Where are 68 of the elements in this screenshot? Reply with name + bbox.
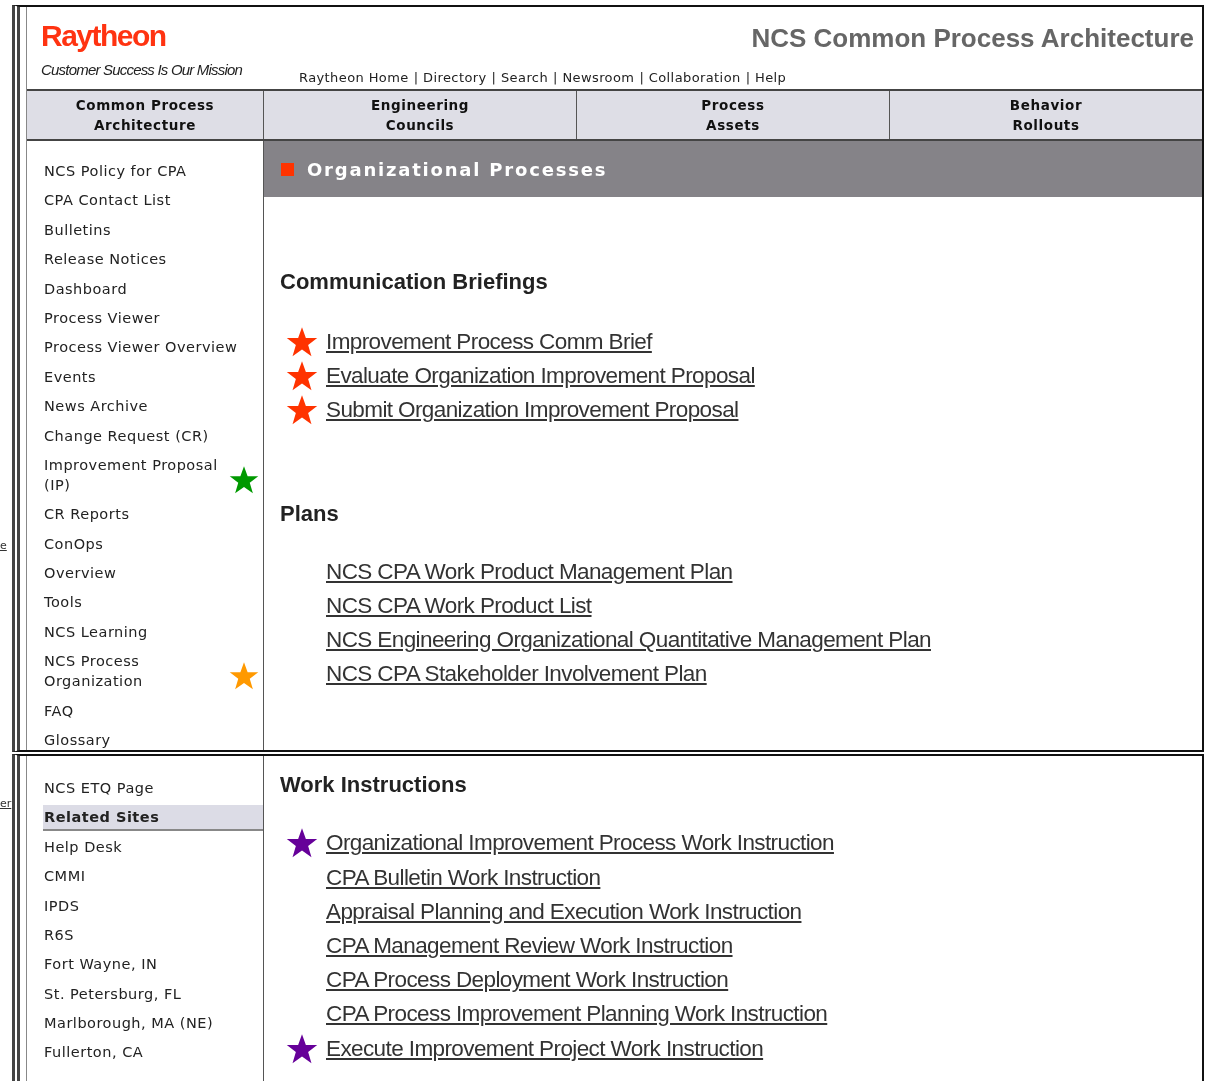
document-link[interactable]: NCS CPA Stakeholder Involvement Plan	[326, 661, 707, 688]
link-separator: |	[413, 70, 419, 85]
bullet-icon	[281, 162, 294, 176]
document-link[interactable]: NCS Engineering Organizational Quantitative Management Plan	[326, 627, 931, 654]
sidebar-link[interactable]: CR Reports	[44, 504, 130, 525]
document-link[interactable]: NCS CPA Work Product List	[326, 592, 592, 619]
background-link-fragment: er	[0, 796, 12, 812]
utility-link[interactable]: Collaboration	[648, 70, 741, 85]
sidebar-link[interactable]: Tools	[44, 592, 83, 613]
document-link[interactable]: Organizational Improvement Process Work Instruction	[326, 830, 834, 857]
background-link-fragment: e	[0, 538, 8, 554]
link-separator: |	[553, 70, 558, 85]
sidebar-link[interactable]: Process Viewer	[44, 307, 160, 328]
link-separator: |	[639, 70, 644, 85]
link-separator: |	[491, 70, 496, 85]
sidebar-link[interactable]: ConOps	[44, 533, 104, 554]
sidebar-link[interactable]: News Archive	[44, 396, 149, 417]
utility-link[interactable]: Newsroom	[562, 70, 635, 85]
document-link[interactable]: Execute Improvement Project Work Instruction	[326, 1035, 764, 1062]
utility-link[interactable]: Search	[500, 70, 549, 85]
sidebar-link[interactable]: Events	[44, 366, 97, 387]
site-title: NCS Common Process Architecture	[751, 23, 1194, 54]
document-link[interactable]: Improvement Process Comm Brief	[326, 329, 652, 356]
sidebar-link[interactable]: Process Viewer Overview	[44, 337, 238, 358]
utility-link[interactable]: Raytheon Home	[299, 70, 409, 85]
sidebar-link[interactable]: NCS ETQ Page	[44, 778, 154, 799]
company-logo: Raytheon	[41, 19, 166, 53]
document-link[interactable]: CPA Process Deployment Work Instruction	[326, 967, 729, 994]
sidebar-link[interactable]: NCS Process Organization	[44, 651, 259, 692]
link-separator: |	[745, 70, 750, 85]
nav-tab[interactable]: Process Assets	[577, 91, 890, 139]
sidebar-link[interactable]: Help Desk	[44, 836, 123, 857]
sidebar-link[interactable]: Overview	[44, 563, 117, 584]
sidebar-link[interactable]: IPDS	[44, 895, 80, 916]
sidebar-link[interactable]: NCS Policy for CPA	[44, 161, 187, 181]
sidebar-link[interactable]: Improvement Proposal (IP)	[44, 454, 259, 495]
document-link[interactable]: Appraisal Planning and Execution Work Instruction	[326, 898, 802, 925]
sidebar-link[interactable]: Glossary	[44, 730, 111, 751]
nav-tab[interactable]: Behavior Rollouts	[890, 91, 1202, 139]
sidebar-link[interactable]: Bulletins	[44, 219, 112, 240]
document-link[interactable]: CPA Management Review Work Instruction	[326, 933, 733, 959]
section-heading: Work Instructions	[280, 772, 467, 799]
section-heading: Plans	[280, 500, 339, 527]
sidebar-link[interactable]: NCS Learning	[44, 621, 148, 642]
document-link[interactable]: Submit Organization Improvement Proposal	[326, 397, 739, 424]
nav-tab[interactable]: Common Process Architecture	[27, 91, 264, 139]
sidebar-link[interactable]: R6S	[44, 924, 74, 945]
utility-link[interactable]: Directory	[423, 70, 487, 85]
document-link[interactable]: Evaluate Organization Improvement Proposal	[326, 363, 755, 390]
section-heading: Communication Briefings	[280, 269, 548, 295]
sidebar-link[interactable]: Release Notices	[44, 249, 167, 270]
sidebar-link[interactable]: St. Petersburg, FL	[44, 983, 182, 1004]
nav-tab[interactable]: Engineering Councils	[264, 91, 577, 139]
document-link[interactable]: NCS CPA Work Product Management Plan	[326, 558, 733, 585]
sidebar-link[interactable]: Dashboard	[44, 278, 128, 299]
sidebar-link[interactable]: Fullerton, CA	[44, 1042, 144, 1063]
tagline: Customer Success Is Our Mission	[41, 61, 243, 78]
sidebar-link[interactable]: FAQ	[44, 700, 74, 721]
sidebar-link[interactable]: Change Request (CR)	[44, 425, 209, 446]
sidebar-link[interactable]: CPA Contact List	[44, 190, 171, 211]
sidebar-heading: Related Sites	[43, 804, 263, 831]
banner-title: Organizational Processes	[307, 158, 608, 180]
utility-link[interactable]: Help	[755, 70, 787, 85]
document-link[interactable]: CPA Bulletin Work Instruction	[326, 864, 601, 891]
sidebar-link[interactable]: Fort Wayne, IN	[44, 954, 158, 975]
sidebar-link[interactable]: Marlborough, MA (NE)	[44, 1013, 214, 1034]
document-link[interactable]: CPA Process Improvement Planning Work Instruction	[326, 1001, 828, 1028]
sidebar-link[interactable]: CMMI	[44, 866, 86, 887]
